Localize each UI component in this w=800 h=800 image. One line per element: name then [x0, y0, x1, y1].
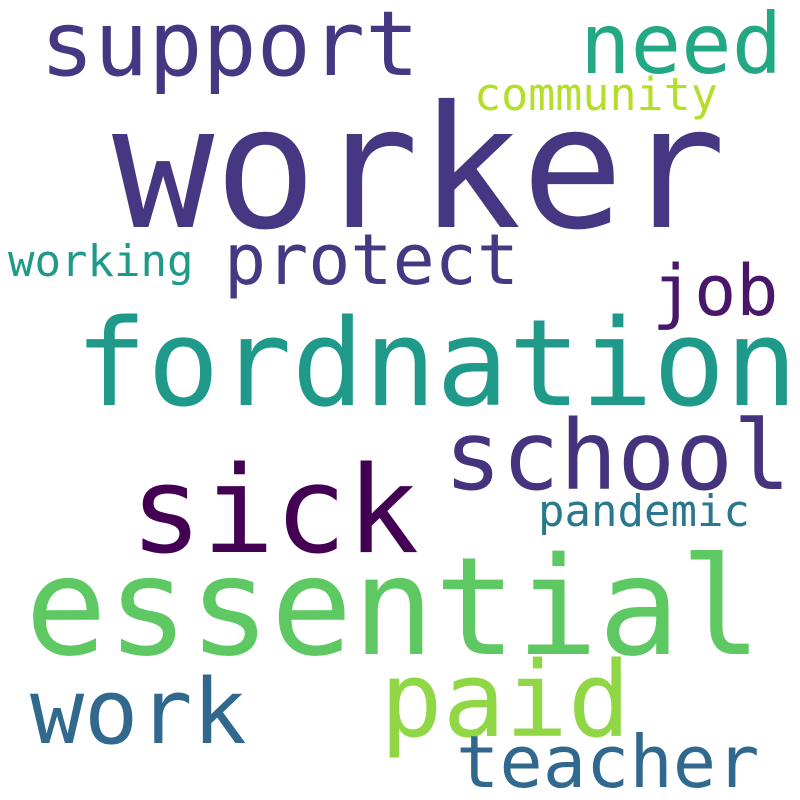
word-work: work — [30, 660, 247, 765]
word-protect: protect — [224, 219, 520, 301]
word-teacher: teacher — [456, 720, 760, 800]
word-community: community — [474, 68, 718, 121]
word-cloud: worker support need community protect wo… — [0, 0, 800, 800]
word-pandemic: pandemic — [538, 486, 750, 537]
word-working: working — [8, 236, 194, 287]
word-support: support — [40, 0, 420, 97]
